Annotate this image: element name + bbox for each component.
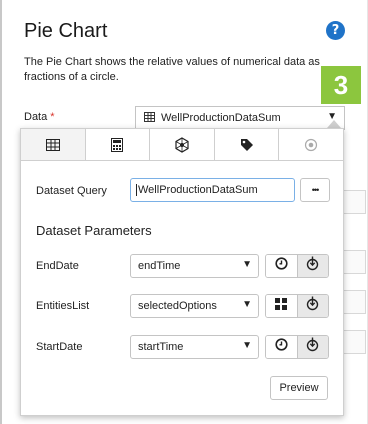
required-mark: * <box>50 111 55 123</box>
tab-calculation[interactable] <box>85 129 151 160</box>
dataset-query-value: WellProductionDataSum <box>138 184 258 196</box>
data-source-select[interactable]: WellProductionDataSum ▼ <box>135 106 345 130</box>
param-mode-toggle-enddate <box>265 254 329 278</box>
data-source-popover: Dataset Query WellProductionDataSum ••• … <box>20 128 344 416</box>
tab-constant[interactable] <box>279 129 343 160</box>
param-label-startdate: StartDate <box>36 341 83 353</box>
entity-hub-icon <box>174 136 190 153</box>
page-description: The Pie Chart shows the relative values … <box>24 56 320 83</box>
input-mode-button[interactable] <box>296 255 328 277</box>
clock-mode-button[interactable] <box>266 255 297 277</box>
param-value-startdate: startTime <box>138 341 184 353</box>
preview-button[interactable]: Preview <box>270 376 328 400</box>
clock-icon <box>275 338 288 356</box>
dataset-browse-button[interactable]: ••• <box>300 178 330 202</box>
chevron-down-icon: ▼ <box>242 259 252 270</box>
radio-circle-icon <box>304 138 318 152</box>
tab-tag[interactable] <box>214 129 280 160</box>
clock-icon <box>275 257 288 275</box>
chevron-down-icon: ▼ <box>242 299 252 310</box>
chevron-down-icon: ▼ <box>242 340 252 351</box>
input-mode-button[interactable] <box>296 336 328 358</box>
grid-mode-button[interactable] <box>266 295 297 317</box>
param-mode-toggle-entitieslist <box>265 294 329 318</box>
clock-mode-button[interactable] <box>266 336 297 358</box>
data-field-label: Data * <box>24 111 55 123</box>
tag-icon <box>240 138 254 152</box>
param-select-entitieslist[interactable]: selectedOptions ▼ <box>130 294 259 318</box>
question-circle-icon[interactable]: ? <box>326 21 345 40</box>
data-source-value: WellProductionDataSum <box>161 112 281 124</box>
background-field-edge <box>344 330 366 354</box>
param-select-startdate[interactable]: startTime ▼ <box>130 335 259 359</box>
param-mode-toggle-startdate <box>265 335 329 359</box>
param-value-enddate: endTime <box>138 260 181 272</box>
dataset-parameters-title: Dataset Parameters <box>36 223 152 238</box>
param-select-enddate[interactable]: endTime ▼ <box>130 254 259 278</box>
page-title: Pie Chart <box>24 20 108 42</box>
input-mode-button[interactable] <box>296 295 328 317</box>
down-arrow-circle-icon <box>306 256 319 276</box>
step-badge: 3 <box>321 66 361 104</box>
param-label-entitieslist: EntitiesList <box>36 300 90 312</box>
calculator-icon <box>111 137 124 152</box>
popover-caret <box>327 120 341 128</box>
param-value-entitieslist: selectedOptions <box>138 300 217 312</box>
source-type-tabs <box>21 129 343 161</box>
tab-dataset[interactable] <box>21 129 86 160</box>
text-cursor <box>136 184 137 196</box>
pie-chart-settings-page: Pie Chart ? The Pie Chart shows the rela… <box>0 0 368 424</box>
dataset-query-label: Dataset Query <box>36 185 107 197</box>
background-field-edge <box>344 250 366 274</box>
param-label-enddate: EndDate <box>36 260 79 272</box>
table-icon <box>144 111 155 125</box>
background-field-edge <box>344 290 366 314</box>
grid-icon <box>275 297 288 315</box>
down-arrow-circle-icon <box>306 337 319 357</box>
data-label-text: Data <box>24 111 48 123</box>
table-icon <box>45 138 60 151</box>
more-icon: ••• <box>311 185 320 195</box>
tab-entity[interactable] <box>150 129 215 160</box>
dataset-query-input[interactable]: WellProductionDataSum <box>130 178 295 202</box>
down-arrow-circle-icon <box>306 296 319 316</box>
background-field-edge <box>344 190 366 214</box>
